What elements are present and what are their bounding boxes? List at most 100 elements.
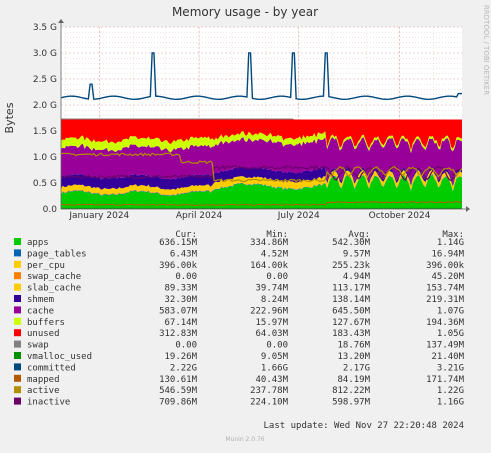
- legend-swatch-unused: [14, 329, 21, 337]
- legend-cur-unused: 312.83M: [159, 329, 198, 339]
- legend-name-shmem: shmem: [27, 295, 54, 305]
- y-tick-label: 1.0 G: [33, 153, 57, 163]
- x-tick-label: October 2024: [369, 211, 431, 221]
- stacked-areas: [61, 118, 462, 209]
- munin-memory-graph: Memory usage - by year Bytes RRDTOOL / T…: [0, 0, 491, 448]
- legend-name-mapped: mapped: [27, 375, 60, 385]
- legend-cur-shmem: 32.30M: [164, 295, 197, 305]
- legend-min-active: 237.78M: [250, 386, 289, 396]
- legend-avg-inactive: 598.97M: [332, 398, 371, 408]
- y-tick-label: 1.5 G: [33, 127, 57, 137]
- side-watermark: RRDTOOL / TOBI OETIKER: [482, 5, 490, 95]
- legend-name-inactive: inactive: [27, 398, 70, 408]
- legend-name-vmalloc-used: vmalloc_used: [27, 352, 92, 362]
- x-tick-labels: January 2024 April 2024 July 2024 October 2…: [68, 211, 430, 221]
- legend-swatch-vmalloc-used: [14, 352, 21, 359]
- legend-max-cache: 1.07G: [437, 306, 464, 316]
- legend-max-buffers: 194.36M: [426, 318, 465, 328]
- x-tick-label: January 2024: [68, 211, 129, 221]
- legend-avg-active: 812.22M: [332, 386, 371, 396]
- legend-min-apps: 334.86M: [250, 238, 289, 248]
- legend-name-active: active: [27, 386, 60, 396]
- legend-max-mapped: 171.74M: [426, 375, 465, 385]
- legend-avg-per-cpu: 255.23k: [332, 261, 371, 271]
- legend-min-swap: 0.00: [266, 341, 288, 351]
- legend-cur-vmalloc-used: 19.26M: [164, 352, 197, 362]
- legend-min-inactive: 224.10M: [250, 398, 289, 408]
- legend-min-shmem: 8.24M: [261, 295, 289, 305]
- legend-swatch-buffers: [14, 317, 21, 325]
- legend-avg-apps: 542.30M: [332, 238, 371, 248]
- legend-avg-shmem: 138.14M: [332, 295, 371, 305]
- legend-swatch-shmem: [14, 295, 21, 302]
- legend-max-swap-cache: 45.20M: [431, 272, 464, 282]
- legend-max-vmalloc-used: 21.40M: [431, 352, 464, 362]
- legend-max-shmem: 219.31M: [426, 295, 465, 305]
- y-tick-label: 3.0 G: [33, 49, 57, 59]
- legend-min-committed: 1.66G: [261, 363, 288, 373]
- legend-swatch-per-cpu: [14, 260, 21, 268]
- legend-max-inactive: 1.16G: [437, 398, 464, 408]
- legend-cur-slab-cache: 89.33M: [164, 284, 197, 294]
- legend-name-swap-cache: swap_cache: [27, 272, 81, 282]
- y-tick-labels: 0.0 0.5 G 1.0 G 1.5 G 2.0 G 2.5 G 3.0 G 3.5 G: [33, 23, 57, 215]
- legend-name-cache: cache: [27, 306, 54, 316]
- legend-swatch-mapped: [14, 374, 21, 382]
- x-tick-label: April 2024: [176, 211, 223, 221]
- legend-min-unused: 64.03M: [255, 329, 288, 339]
- legend-max-unused: 1.05G: [437, 329, 464, 339]
- legend-max-swap: 137.49M: [426, 341, 465, 351]
- legend-avg-committed: 2.17G: [343, 363, 370, 373]
- legend-avg-swap: 18.76M: [337, 341, 370, 351]
- legend-cur-per-cpu: 396.00k: [159, 261, 198, 271]
- legend-cur-swap-cache: 0.00: [175, 272, 197, 282]
- legend-swatch-swap: [14, 340, 21, 348]
- legend-name-swap: swap: [27, 341, 49, 351]
- legend-avg-slab-cache: 113.17M: [332, 284, 371, 294]
- y-tick-label: 2.5 G: [33, 75, 57, 85]
- legend-avg-swap-cache: 4.94M: [343, 272, 371, 282]
- legend-name-unused: unused: [27, 329, 60, 339]
- legend-min-per-cpu: 164.00k: [250, 261, 289, 271]
- legend-cur-buffers: 67.14M: [164, 318, 197, 328]
- y-tick-label: 0.5 G: [33, 179, 57, 189]
- legend-cur-committed: 2.22G: [170, 363, 197, 373]
- legend-min-page-tables: 4.52M: [261, 249, 289, 259]
- munin-version: Munin 2.0.76: [225, 436, 264, 443]
- legend-max-committed: 3.21G: [437, 363, 464, 373]
- legend-cur-mapped: 130.61M: [159, 375, 198, 385]
- legend-cur-swap: 0.00: [175, 341, 197, 351]
- legend-cur-page-tables: 6.43M: [170, 249, 198, 259]
- legend-min-vmalloc-used: 9.05M: [261, 352, 289, 362]
- legend-avg-buffers: 127.67M: [332, 318, 371, 328]
- legend-name-buffers: buffers: [27, 318, 65, 328]
- chart-svg: Memory usage - by year Bytes RRDTOOL / T…: [3, 5, 490, 443]
- legend-name-per-cpu: per_cpu: [27, 261, 65, 271]
- legend-cur-active: 546.59M: [159, 386, 198, 396]
- legend-table: Cur: Min: Avg: Max: apps 636.15M 334.86M 54…: [14, 230, 465, 408]
- legend-avg-mapped: 84.19M: [337, 375, 370, 385]
- legend-name-slab-cache: slab_cache: [27, 284, 81, 294]
- legend-max-page-tables: 16.94M: [431, 249, 464, 259]
- last-update-text: Last update: Wed Nov 27 22:20:48 2024: [264, 421, 464, 431]
- legend-swatch-active: [14, 386, 21, 394]
- legend-max-apps: 1.14G: [437, 238, 464, 248]
- legend-swatch-page-tables: [14, 249, 21, 257]
- legend-max-slab-cache: 153.74M: [426, 284, 465, 294]
- legend-swatch-apps: [14, 238, 21, 245]
- legend-min-swap-cache: 0.00: [266, 272, 288, 282]
- y-tick-label: 2.0 G: [33, 101, 57, 111]
- legend-name-committed: committed: [27, 363, 76, 373]
- x-tick-label: July 2024: [277, 211, 320, 221]
- legend-cur-cache: 583.07M: [159, 306, 198, 316]
- legend-avg-cache: 645.50M: [332, 306, 371, 316]
- legend-min-buffers: 15.97M: [255, 318, 288, 328]
- legend-name-apps: apps: [27, 238, 49, 248]
- legend-min-mapped: 40.43M: [255, 375, 288, 385]
- legend-name-page-tables: page_tables: [27, 249, 87, 259]
- legend-avg-unused: 183.43M: [332, 329, 371, 339]
- y-tick-label: 3.5 G: [33, 23, 57, 33]
- legend-swatch-inactive: [14, 397, 21, 405]
- legend-avg-vmalloc-used: 13.20M: [337, 352, 370, 362]
- legend-max-active: 1.22G: [437, 386, 464, 396]
